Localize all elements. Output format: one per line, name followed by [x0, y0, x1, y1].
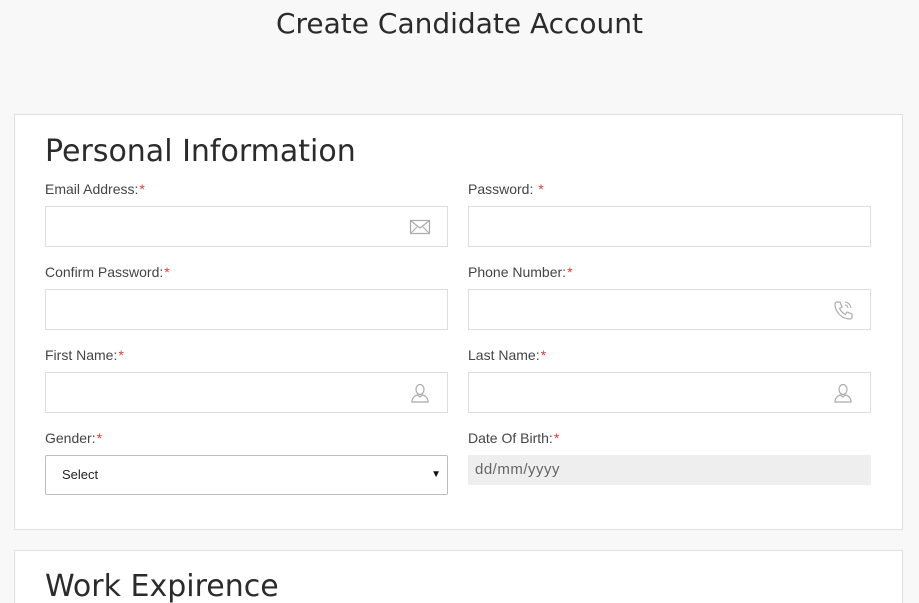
email-label: Email Address:* — [45, 181, 145, 197]
confirm-password-field-group: Confirm Password:* — [45, 264, 448, 330]
gender-selected-value: Select — [62, 467, 99, 482]
dob-label: Date Of Birth:* — [468, 430, 560, 446]
page-title: Create Candidate Account — [275, 7, 644, 40]
date-placeholder: dd/mm/yyyy — [475, 461, 561, 478]
personal-information-card: Personal Information Email Address:* Pas… — [14, 114, 903, 530]
section-title-work: Work Expirence — [45, 569, 279, 603]
last-name-input[interactable] — [468, 372, 871, 413]
gender-field-group: Gender:* Select ▼ — [45, 430, 448, 495]
password-field-group: Password: * — [468, 181, 871, 247]
confirm-password-label: Confirm Password:* — [45, 264, 170, 280]
user-icon — [834, 383, 852, 403]
confirm-password-input[interactable] — [45, 289, 448, 330]
chevron-down-icon: ▼ — [431, 469, 441, 480]
required-marker: * — [164, 264, 170, 280]
work-experience-card: Work Expirence — [14, 550, 903, 603]
phone-field-group: Phone Number:* — [468, 264, 871, 330]
last-name-label: Last Name:* — [468, 347, 547, 363]
first-name-input[interactable] — [45, 372, 448, 413]
phone-input[interactable] — [468, 289, 871, 330]
gender-label: Gender:* — [45, 430, 103, 446]
required-marker: * — [96, 430, 103, 446]
phone-icon — [834, 301, 853, 320]
first-name-field-group: First Name:* — [45, 347, 448, 413]
email-field-group: Email Address:* — [45, 181, 448, 247]
dob-field-group: Date Of Birth:* dd/mm/yyyy — [468, 430, 871, 485]
first-name-label: First Name:* — [45, 347, 124, 363]
envelope-icon — [409, 219, 431, 235]
required-marker: * — [538, 181, 544, 197]
required-marker: * — [567, 264, 573, 280]
date-of-birth-input[interactable]: dd/mm/yyyy — [468, 455, 871, 485]
phone-label: Phone Number:* — [468, 264, 573, 280]
password-label: Password: * — [468, 181, 544, 197]
user-icon — [411, 383, 429, 403]
password-input[interactable] — [468, 206, 871, 247]
email-input[interactable] — [45, 206, 448, 247]
gender-select[interactable]: Select ▼ — [45, 455, 448, 495]
required-marker: * — [118, 347, 124, 363]
section-title-personal: Personal Information — [45, 134, 356, 169]
required-marker: * — [540, 347, 547, 363]
last-name-field-group: Last Name:* — [468, 347, 871, 413]
required-marker: * — [553, 430, 560, 446]
required-marker: * — [139, 181, 145, 197]
